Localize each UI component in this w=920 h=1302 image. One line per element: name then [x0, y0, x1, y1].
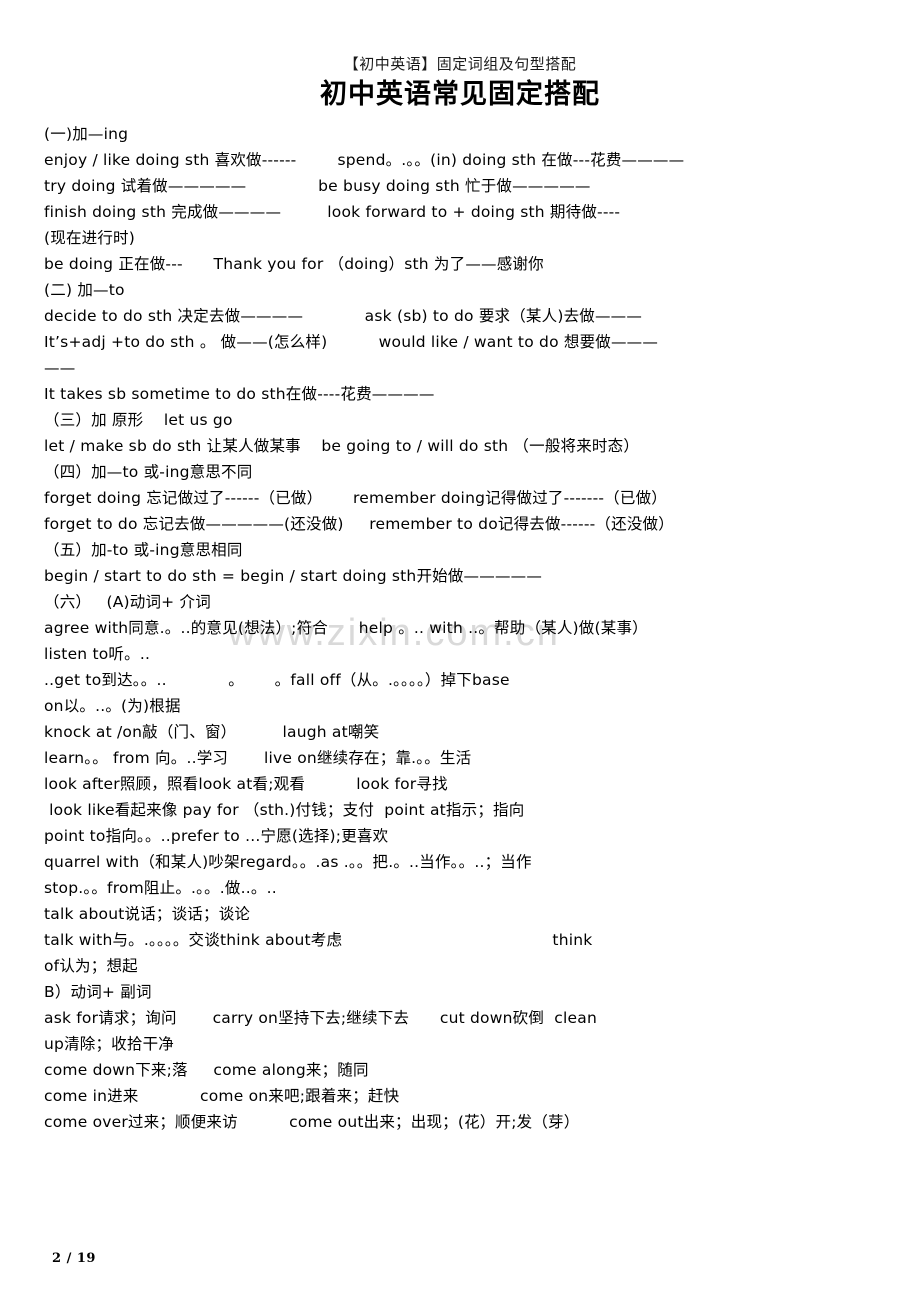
- text-line: It takes sb sometime to do sth在做----花费——…: [44, 385, 435, 403]
- text-line: quarrel with（和某人)吵架regard。。.as .。。把.。..当…: [44, 853, 532, 871]
- page-number: 2 / 19: [52, 1251, 96, 1266]
- text-line: （四）加—to 或-ing意思不同: [44, 463, 253, 481]
- text-line: on以。..。(为)根据: [44, 697, 181, 715]
- text-line: decide to do sth 决定去做———— ask (sb) to do…: [44, 307, 643, 325]
- text-line: stop.。。from阻止。.。。.做..。..: [44, 879, 277, 897]
- document-subtitle: 【初中英语】固定词组及句型搭配: [343, 55, 577, 73]
- text-line: try doing 试着做————— be busy doing sth 忙于做…: [44, 177, 591, 195]
- text-line: look after照顾，照看look at看;观看 look for寻找: [44, 775, 448, 793]
- text-line: forget to do 忘记去做—————(还没做) remember to …: [44, 515, 674, 533]
- text-line: （三）加 原形 let us go: [44, 411, 233, 429]
- document-header: 【初中英语】固定词组及句型搭配 初中英语常见固定搭配: [0, 0, 920, 113]
- text-line: It’s+adj +to do sth 。 做——(怎么样) would lik…: [44, 333, 659, 351]
- text-line: finish doing sth 完成做———— look forward to…: [44, 203, 621, 221]
- text-line: agree with同意.。..的意见(想法）;符合 help 。.. with…: [44, 619, 648, 637]
- text-line: (一)加—ing: [44, 125, 129, 143]
- page-title: 初中英语常见固定搭配: [320, 79, 600, 110]
- text-line: talk about说话；谈话；谈论: [44, 905, 251, 923]
- text-line: look like看起来像 pay for （sth.)付钱；支付 point …: [44, 801, 525, 819]
- text-line: let / make sb do sth 让某人做某事 be going to …: [44, 437, 640, 455]
- text-line: enjoy / like doing sth 喜欢做------ spend。.…: [44, 151, 685, 169]
- text-line: learn。。 from 向。..学习 live on继续存在；靠.。。生活: [44, 749, 472, 767]
- document-body: (一)加—ing enjoy / like doing sth 喜欢做-----…: [0, 121, 920, 1135]
- text-line: come in进来 come on来吧;跟着来；赶快: [44, 1087, 400, 1105]
- text-line: knock at /on敲（门、窗） laugh at嘲笑: [44, 723, 380, 741]
- text-line: （五）加-to 或-ing意思相同: [44, 541, 243, 559]
- text-line: forget doing 忘记做过了------（已做） remember do…: [44, 489, 667, 507]
- text-line: B）动词+ 副词: [44, 983, 152, 1001]
- document-page: www.zixin.com.cn 【初中英语】固定词组及句型搭配 初中英语常见固…: [0, 0, 920, 1302]
- text-line: ask for请求；询问 carry on坚持下去;继续下去 cut down砍…: [44, 1009, 597, 1027]
- text-line: come down下来;落 come along来；随同: [44, 1061, 369, 1079]
- text-line: (现在进行时): [44, 229, 135, 247]
- text-line: ..get to到达。。.. 。 。fall off（从。.。。。。）掉下bas…: [44, 671, 510, 689]
- text-line: ——: [44, 359, 76, 377]
- text-line: listen to听。..: [44, 645, 151, 663]
- text-line: (二) 加—to: [44, 281, 125, 299]
- text-line: （六） (A)动词+ 介词: [44, 593, 211, 611]
- text-line: of认为；想起: [44, 957, 138, 975]
- text-line: point to指向。。..prefer to ...宁愿(选择);更喜欢: [44, 827, 389, 845]
- text-line: come over过来；顺便来访 come out出来；出现；(花）开;发（芽）: [44, 1113, 580, 1131]
- text-line: begin / start to do sth = begin / start …: [44, 567, 543, 585]
- text-line: talk with与。.。。。。交谈think about考虑 think: [44, 931, 593, 949]
- text-line: up清除；收拾干净: [44, 1035, 174, 1053]
- text-line: be doing 正在做--- Thank you for （doing）sth…: [44, 255, 544, 273]
